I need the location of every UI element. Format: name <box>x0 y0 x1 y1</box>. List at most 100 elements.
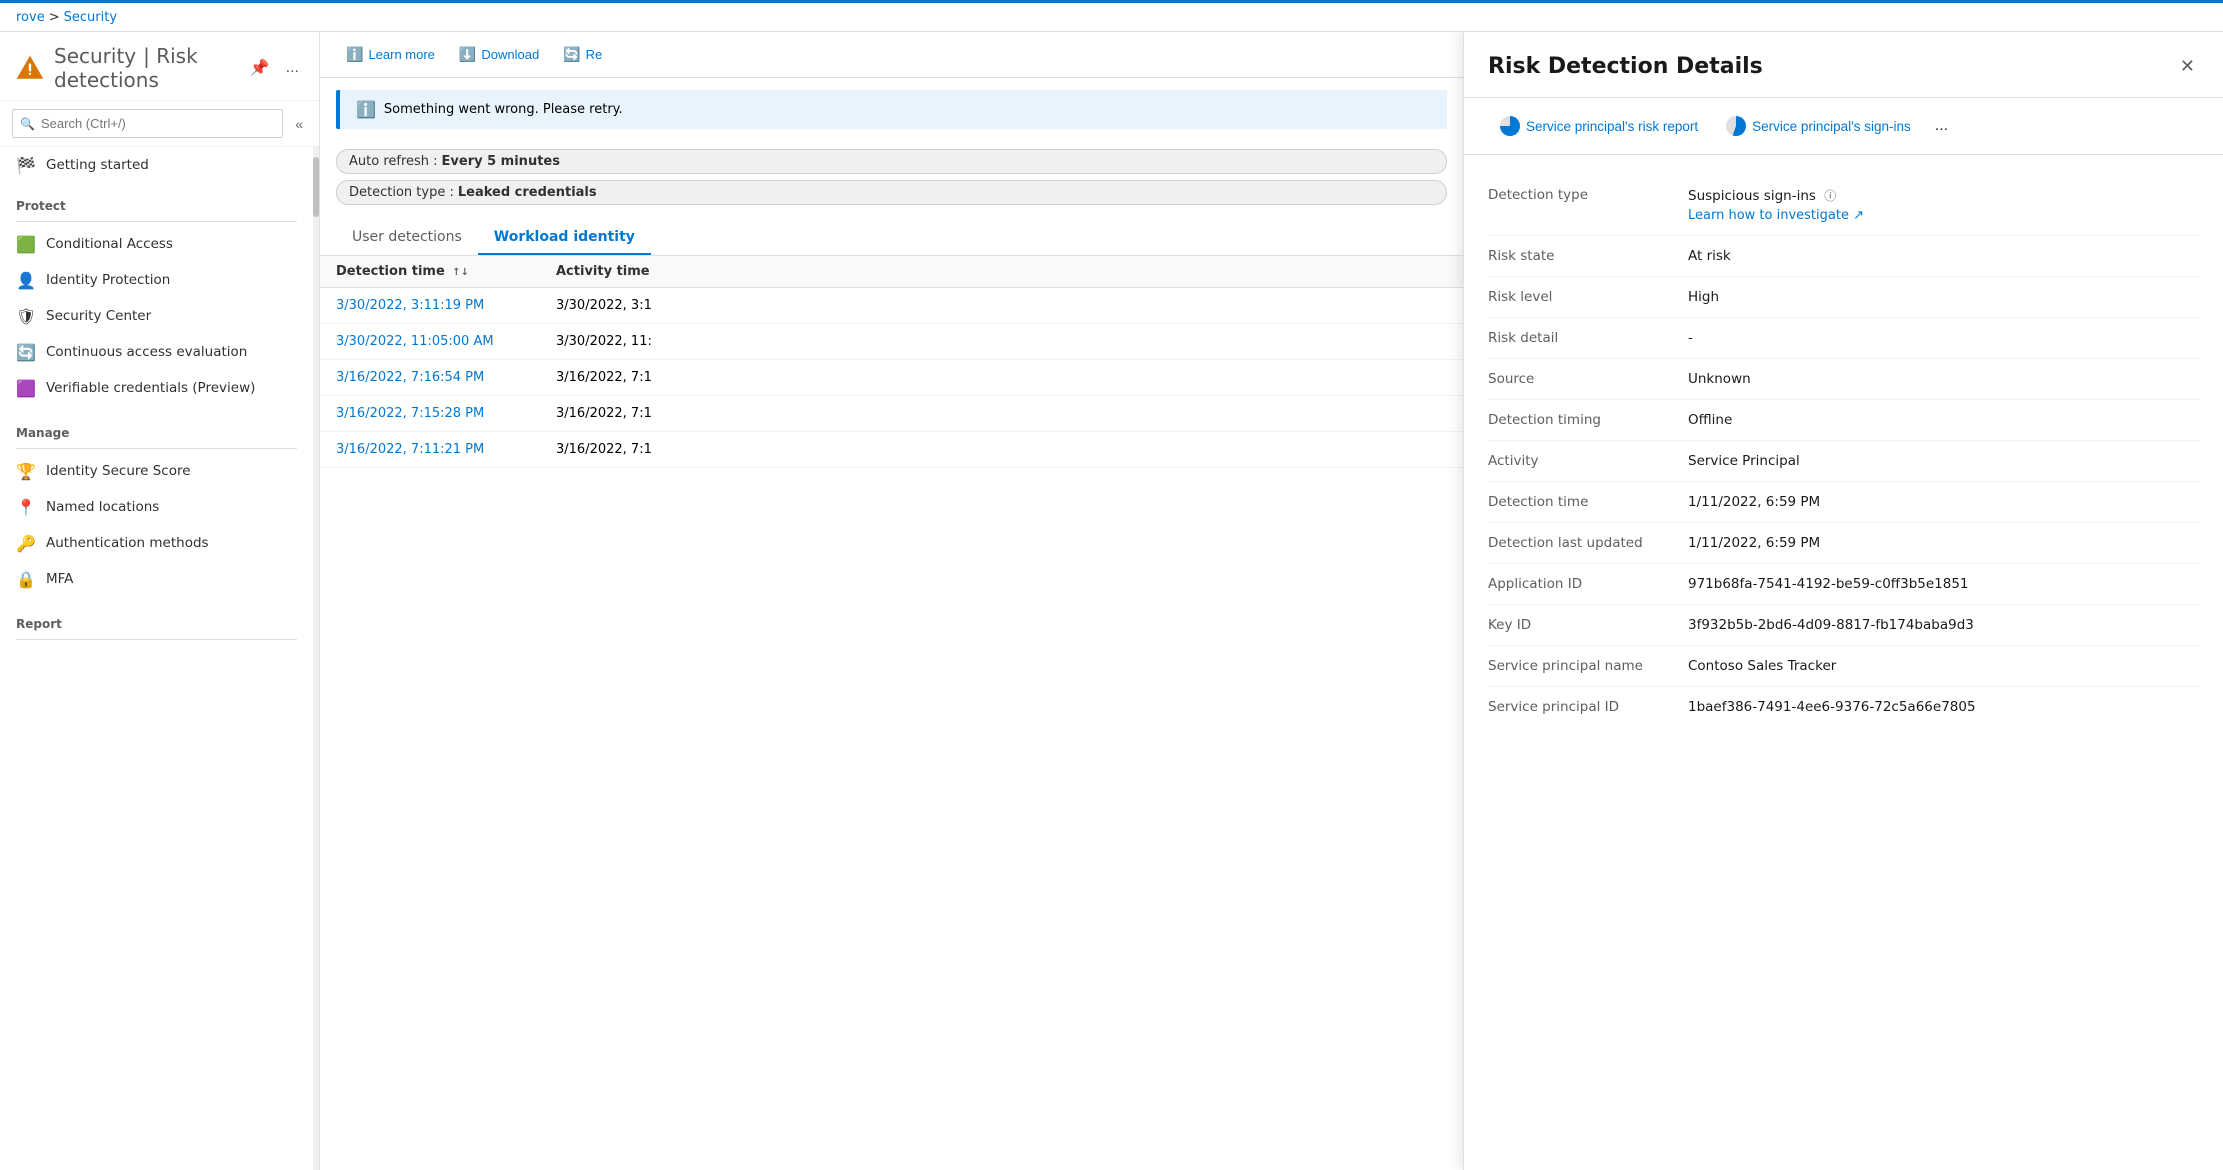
refresh-button[interactable]: 🔄 Re <box>553 40 612 69</box>
activity-time-1: 3/30/2022, 3:1 <box>556 298 756 313</box>
detail-row-detection-timing: Detection timing Offline <box>1488 400 2199 441</box>
detection-link-1[interactable]: 3/30/2022, 3:11:19 PM <box>336 298 556 313</box>
detail-panel: Risk Detection Details ✕ Service princip… <box>1463 32 2223 1170</box>
detail-row-detection-time: Detection time 1/11/2022, 6:59 PM <box>1488 482 2199 523</box>
content-area: ℹ️ Learn more ⬇️ Download 🔄 Re ℹ️ Someth… <box>320 32 1463 1170</box>
detail-row-application-id: Application ID 971b68fa-7541-4192-be59-c… <box>1488 564 2199 605</box>
sort-icon: ↑↓ <box>452 267 469 278</box>
value-risk-level: High <box>1688 289 2199 305</box>
sidebar-scroll-thumb <box>313 157 319 217</box>
detail-panel-header: Risk Detection Details ✕ <box>1464 32 2223 98</box>
sidebar-item-verifiable-credentials[interactable]: 🟪 Verifiable credentials (Preview) <box>0 370 313 406</box>
label-risk-level: Risk level <box>1488 289 1688 305</box>
continuous-access-icon: 🔄 <box>16 342 36 362</box>
col-extra <box>756 264 1447 279</box>
pin-button[interactable]: 📌 <box>246 54 274 82</box>
table-row[interactable]: 3/16/2022, 7:16:54 PM 3/16/2022, 7:1 <box>320 360 1463 396</box>
table-row[interactable]: 3/16/2022, 7:15:28 PM 3/16/2022, 7:1 <box>320 396 1463 432</box>
detail-row-detection-type: Detection type Suspicious sign-ins ⓘ Lea… <box>1488 175 2199 236</box>
auto-refresh-chip[interactable]: Auto refresh : Every 5 minutes <box>336 149 1447 174</box>
tabs: User detections Workload identity <box>320 221 1463 256</box>
more-options-button[interactable]: ... <box>282 55 303 81</box>
breadcrumb-current[interactable]: Security <box>64 10 117 25</box>
value-detection-last-updated: 1/11/2022, 6:59 PM <box>1688 535 2199 551</box>
activity-time-4: 3/16/2022, 7:1 <box>556 406 756 421</box>
sidebar-item-identity-protection[interactable]: 👤 Identity Protection <box>0 262 313 298</box>
value-detection-timing: Offline <box>1688 412 2199 428</box>
detail-nav-more-button[interactable]: ... <box>1931 113 1952 139</box>
col-detection-time[interactable]: Detection time ↑↓ <box>336 264 556 279</box>
activity-time-2: 3/30/2022, 11: <box>556 334 756 349</box>
label-activity: Activity <box>1488 453 1688 469</box>
info-icon: ℹ️ <box>346 46 363 63</box>
value-detection-type: Suspicious sign-ins ⓘ <box>1688 188 1836 204</box>
warning-icon <box>16 52 44 84</box>
download-button[interactable]: ⬇️ Download <box>449 40 549 69</box>
detail-row-risk-detail: Risk detail - <box>1488 318 2199 359</box>
authentication-methods-icon: 🔑 <box>16 533 36 553</box>
search-icon: 🔍 <box>20 117 35 131</box>
sign-ins-icon <box>1726 116 1746 136</box>
table-row[interactable]: 3/30/2022, 11:05:00 AM 3/30/2022, 11: <box>320 324 1463 360</box>
detection-type-info-icon[interactable]: ⓘ <box>1824 189 1836 203</box>
tab-workload-identity[interactable]: Workload identity <box>478 221 651 255</box>
detections-table: Detection time ↑↓ Activity time 3/30/202… <box>320 256 1463 468</box>
sidebar: Security | Risk detections 📌 ... 🔍 « 🏁 <box>0 32 320 1170</box>
named-locations-icon: 📍 <box>16 497 36 517</box>
value-key-id: 3f932b5b-2bd6-4d09-8817-fb174baba9d3 <box>1688 617 2199 633</box>
sidebar-item-authentication-methods[interactable]: 🔑 Authentication methods <box>0 525 313 561</box>
learn-how-link[interactable]: Learn how to investigate ↗ <box>1688 208 2199 223</box>
label-key-id: Key ID <box>1488 617 1688 633</box>
section-protect-label: Protect <box>0 187 313 217</box>
sidebar-item-security-center[interactable]: 🛡 Security Center <box>0 298 313 334</box>
tab-user-detections[interactable]: User detections <box>336 221 478 255</box>
detection-type-chip[interactable]: Detection type : Leaked credentials <box>336 180 1447 205</box>
detail-row-service-principal-id: Service principal ID 1baef386-7491-4ee6-… <box>1488 687 2199 727</box>
value-service-principal-id: 1baef386-7491-4ee6-9376-72c5a66e7805 <box>1688 699 2199 715</box>
breadcrumb-parent[interactable]: rove <box>16 10 45 25</box>
label-application-id: Application ID <box>1488 576 1688 592</box>
value-activity: Service Principal <box>1688 453 2199 469</box>
label-risk-state: Risk state <box>1488 248 1688 264</box>
service-principal-sign-ins-button[interactable]: Service principal's sign-ins <box>1714 110 1923 142</box>
value-source: Unknown <box>1688 371 2199 387</box>
sidebar-item-conditional-access[interactable]: 🟩 Conditional Access <box>0 226 313 262</box>
collapse-sidebar-button[interactable]: « <box>291 112 307 136</box>
sidebar-scrollbar[interactable] <box>313 147 319 1170</box>
search-input[interactable] <box>12 109 283 138</box>
table-row[interactable]: 3/30/2022, 3:11:19 PM 3/30/2022, 3:1 <box>320 288 1463 324</box>
label-risk-detail: Risk detail <box>1488 330 1688 346</box>
sidebar-item-identity-secure-score[interactable]: 🏆 Identity Secure Score <box>0 453 313 489</box>
detail-row-detection-last-updated: Detection last updated 1/11/2022, 6:59 P… <box>1488 523 2199 564</box>
value-detection-time: 1/11/2022, 6:59 PM <box>1688 494 2199 510</box>
col-activity-time[interactable]: Activity time <box>556 264 756 279</box>
table-row[interactable]: 3/16/2022, 7:11:21 PM 3/16/2022, 7:1 <box>320 432 1463 468</box>
detection-link-5[interactable]: 3/16/2022, 7:11:21 PM <box>336 442 556 457</box>
identity-protection-icon: 👤 <box>16 270 36 290</box>
sidebar-item-continuous-access[interactable]: 🔄 Continuous access evaluation <box>0 334 313 370</box>
conditional-access-icon: 🟩 <box>16 234 36 254</box>
close-panel-button[interactable]: ✕ <box>2176 52 2199 81</box>
sidebar-item-mfa[interactable]: 🔒 MFA <box>0 561 313 597</box>
detail-row-activity: Activity Service Principal <box>1488 441 2199 482</box>
sidebar-item-named-locations[interactable]: 📍 Named locations <box>0 489 313 525</box>
service-principal-risk-report-button[interactable]: Service principal's risk report <box>1488 110 1710 142</box>
label-detection-last-updated: Detection last updated <box>1488 535 1688 551</box>
value-service-principal-name: Contoso Sales Tracker <box>1688 658 2199 674</box>
label-service-principal-name: Service principal name <box>1488 658 1688 674</box>
detail-row-source: Source Unknown <box>1488 359 2199 400</box>
divider <box>16 221 297 222</box>
activity-time-5: 3/16/2022, 7:1 <box>556 442 756 457</box>
detection-link-4[interactable]: 3/16/2022, 7:15:28 PM <box>336 406 556 421</box>
activity-time-3: 3/16/2022, 7:1 <box>556 370 756 385</box>
error-info-icon: ℹ️ <box>356 100 376 119</box>
sidebar-item-getting-started[interactable]: 🏁 Getting started <box>0 147 313 183</box>
detection-link-2[interactable]: 3/30/2022, 11:05:00 AM <box>336 334 556 349</box>
divider-report <box>16 639 297 640</box>
detection-link-3[interactable]: 3/16/2022, 7:16:54 PM <box>336 370 556 385</box>
learn-more-button[interactable]: ℹ️ Learn more <box>336 40 445 69</box>
getting-started-icon: 🏁 <box>16 155 36 175</box>
header-actions: 📌 ... <box>246 54 303 82</box>
detail-panel-nav: Service principal's risk report Service … <box>1464 98 2223 155</box>
detail-row-risk-state: Risk state At risk <box>1488 236 2199 277</box>
